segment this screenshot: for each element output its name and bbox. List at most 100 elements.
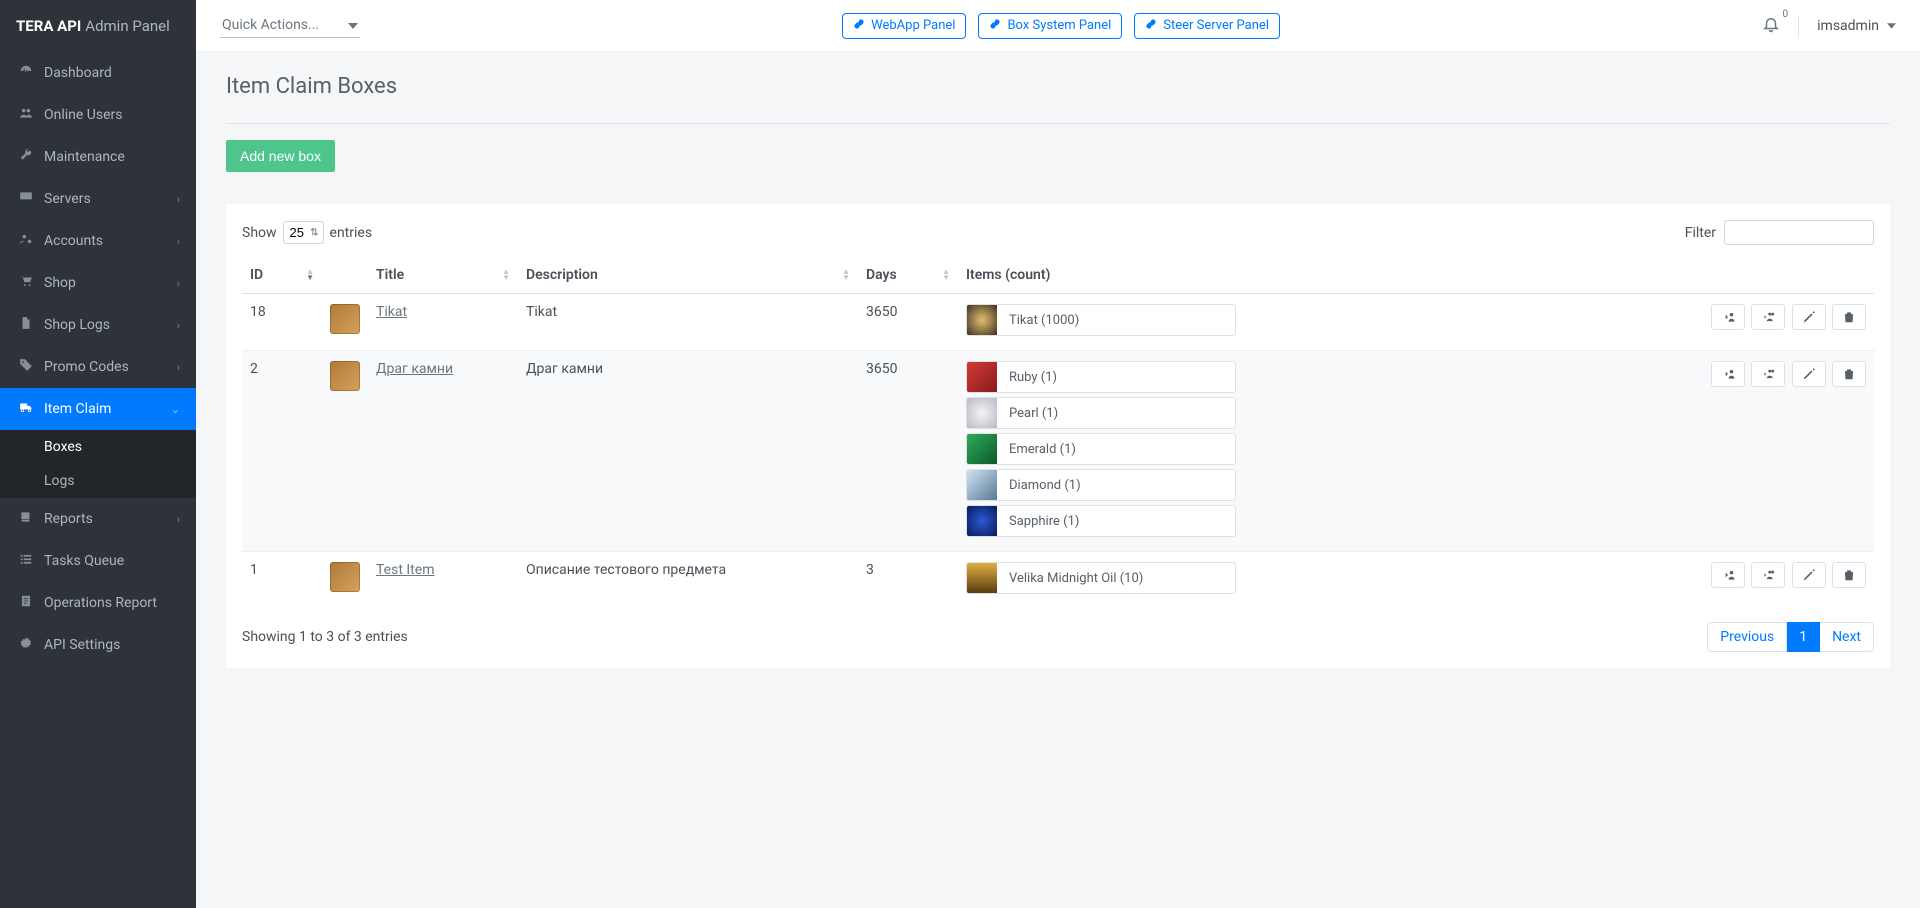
filter-input[interactable] [1724, 220, 1874, 245]
boxes-table: ID ▲▼ Title ▲▼ Description ▲▼ Days ▲▼ [242, 257, 1874, 608]
send-to-group-button[interactable] [1751, 304, 1785, 330]
sidebar-item-online-users[interactable]: Online Users [0, 94, 196, 136]
cart-icon [16, 274, 36, 292]
item-thumbnail [967, 398, 997, 428]
item-pill[interactable]: Diamond (1) [966, 469, 1236, 501]
sidebar-item-promo-codes[interactable]: Promo Codes › [0, 346, 196, 388]
chevron-down-icon: ⌄ [171, 403, 180, 416]
pagination-page-1[interactable]: 1 [1787, 622, 1820, 652]
item-pill[interactable]: Velika Midnight Oil (10) [966, 562, 1236, 594]
sidebar-subitem-logs[interactable]: Logs [0, 464, 196, 498]
sidebar-item-shop[interactable]: Shop › [0, 262, 196, 304]
page-size-select[interactable]: 25 [283, 221, 324, 244]
item-pill[interactable]: Ruby (1) [966, 361, 1236, 393]
send-to-user-button[interactable] [1711, 562, 1745, 588]
delete-button[interactable] [1832, 361, 1866, 387]
send-to-user-button[interactable] [1711, 361, 1745, 387]
cell-icon [322, 294, 368, 351]
cell-id: 18 [242, 294, 322, 351]
add-new-box-button[interactable]: Add new box [226, 140, 335, 172]
edit-button[interactable] [1792, 562, 1826, 588]
sidebar-item-maintenance[interactable]: Maintenance [0, 136, 196, 178]
panel-link-box-system-panel[interactable]: Box System Panel [978, 13, 1122, 39]
cell-description: Tikat [518, 294, 858, 351]
edit-button[interactable] [1792, 304, 1826, 330]
sidebar-item-shop-logs[interactable]: Shop Logs › [0, 304, 196, 346]
user-menu[interactable]: imsadmin [1817, 18, 1896, 34]
sidebar-item-api-settings[interactable]: API Settings [0, 624, 196, 666]
bell-icon [1762, 15, 1780, 33]
panel-link-webapp-panel[interactable]: WebApp Panel [842, 13, 966, 39]
sidebar-item-label: Tasks Queue [44, 553, 124, 569]
item-pill[interactable]: Tikat (1000) [966, 304, 1236, 336]
sidebar-subitem-label: Logs [44, 473, 75, 489]
delete-button[interactable] [1832, 304, 1866, 330]
send-to-user-button[interactable] [1711, 304, 1745, 330]
col-header-actions [1258, 257, 1874, 294]
quick-actions-dropdown[interactable]: Quick Actions... [220, 13, 360, 38]
sidebar-item-accounts[interactable]: Accounts › [0, 220, 196, 262]
chevron-down-icon [348, 17, 358, 33]
sidebar-item-label: Shop [44, 275, 76, 291]
item-thumbnail [967, 305, 997, 335]
pagination-next[interactable]: Next [1820, 622, 1874, 652]
notifications-bell[interactable]: 0 [1762, 15, 1780, 37]
col-header-days[interactable]: Days ▲▼ [858, 257, 958, 294]
item-pill[interactable]: Pearl (1) [966, 397, 1236, 429]
sidebar-item-operations-report[interactable]: Operations Report [0, 582, 196, 624]
sidebar-item-reports[interactable]: Reports › [0, 498, 196, 540]
sidebar-brand[interactable]: TERA API Admin Panel [0, 0, 196, 52]
table-row: 1 Test Item Описание тестового предмета … [242, 552, 1874, 609]
cell-description: Описание тестового предмета [518, 552, 858, 609]
page-title: Item Claim Boxes [226, 74, 1890, 99]
table-row: 2 Драг камни Драг камни 3650 Ruby (1) Pe… [242, 351, 1874, 552]
pagination-previous[interactable]: Previous [1707, 622, 1787, 652]
sidebar-item-label: Maintenance [44, 149, 125, 165]
sidebar-item-servers[interactable]: Servers › [0, 178, 196, 220]
box-thumbnail [330, 562, 360, 592]
monitor-icon [16, 190, 36, 208]
send-to-group-button[interactable] [1751, 562, 1785, 588]
link-icon [1145, 18, 1157, 34]
sidebar-item-label: API Settings [44, 637, 120, 653]
boxes-table-card: Show 25 entries Filter ID ▲▼ [226, 204, 1890, 668]
col-header-description[interactable]: Description ▲▼ [518, 257, 858, 294]
sidebar-item-item-claim[interactable]: Item Claim ⌄ [0, 388, 196, 430]
gear-icon [16, 636, 36, 654]
cell-items: Tikat (1000) [958, 294, 1258, 351]
box-title-link[interactable]: Test Item [376, 562, 434, 578]
sidebar-item-tasks-queue[interactable]: Tasks Queue [0, 540, 196, 582]
item-thumbnail [967, 434, 997, 464]
topbar-panel-links: WebApp Panel Box System Panel Steer Server… [842, 13, 1280, 39]
item-pill[interactable]: Emerald (1) [966, 433, 1236, 465]
sidebar-item-dashboard[interactable]: Dashboard [0, 52, 196, 94]
show-label: Show [242, 225, 277, 241]
brand-bold: TERA API [16, 17, 81, 35]
delete-button[interactable] [1832, 562, 1866, 588]
quick-actions-label: Quick Actions... [222, 17, 319, 33]
sidebar-subitem-boxes[interactable]: Boxes [0, 430, 196, 464]
panel-link-label: WebApp Panel [871, 18, 955, 33]
box-title-link[interactable]: Драг камни [376, 361, 453, 377]
col-header-icon [322, 257, 368, 294]
book-icon [16, 510, 36, 528]
item-name: Velika Midnight Oil (10) [997, 571, 1155, 586]
col-header-id[interactable]: ID ▲▼ [242, 257, 322, 294]
cell-actions [1258, 351, 1874, 552]
edit-button[interactable] [1792, 361, 1826, 387]
chevron-right-icon: › [177, 235, 180, 248]
col-header-items: Items (count) [958, 257, 1258, 294]
brand-rest: Admin Panel [85, 17, 169, 35]
panel-link-steer-server-panel[interactable]: Steer Server Panel [1134, 13, 1280, 39]
send-to-group-button[interactable] [1751, 361, 1785, 387]
item-pill[interactable]: Sapphire (1) [966, 505, 1236, 537]
link-icon [853, 18, 865, 34]
sidebar-item-label: Item Claim [44, 401, 111, 417]
truck-icon [16, 400, 36, 418]
link-icon [989, 18, 1001, 34]
box-title-link[interactable]: Tikat [376, 304, 407, 320]
sidebar-item-label: Servers [44, 191, 91, 207]
item-name: Sapphire (1) [997, 514, 1091, 529]
notifications-count: 0 [1783, 9, 1789, 20]
col-header-title[interactable]: Title ▲▼ [368, 257, 518, 294]
